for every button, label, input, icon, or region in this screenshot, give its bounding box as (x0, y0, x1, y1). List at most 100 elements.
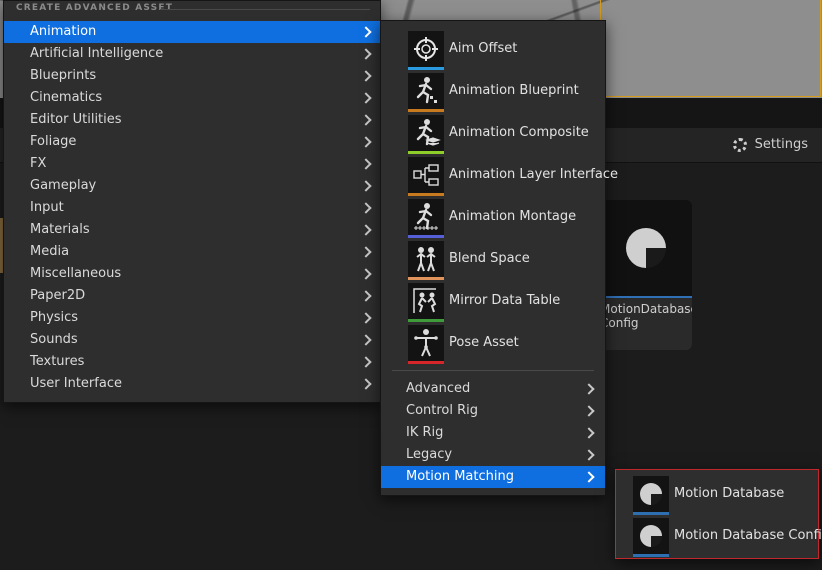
asset-item-mirror-data-table[interactable]: Mirror Data Table (408, 283, 598, 323)
menu-item-label: Miscellaneous (30, 266, 122, 281)
submenu-item-label: Control Rig (406, 403, 479, 418)
menu-item-label: Paper2D (30, 288, 86, 303)
submenu-item-ik-rig[interactable]: IK Rig (381, 422, 605, 444)
asset-item-motion-database[interactable]: Motion Database (633, 476, 813, 516)
chevron-right-icon (360, 48, 372, 60)
settings-button[interactable]: Settings (732, 137, 808, 152)
menu-item-label: Blueprints (30, 68, 97, 83)
chevron-right-icon (360, 158, 372, 170)
chevron-right-icon (583, 405, 595, 417)
chevron-right-icon (360, 92, 372, 104)
animation-layer-interface-icon (408, 157, 444, 193)
submenu-item-label: Advanced (406, 381, 471, 396)
menu-item-artificial-intelligence[interactable]: Artificial Intelligence (4, 43, 380, 65)
menu-item-sounds[interactable]: Sounds (4, 329, 380, 351)
chevron-right-icon (360, 202, 372, 214)
menu-item-blueprints[interactable]: Blueprints (4, 65, 380, 87)
asset-color-bar (408, 319, 444, 322)
menu-item-paper2d[interactable]: Paper2D (4, 285, 380, 307)
submenu-item-motion-matching[interactable]: Motion Matching (381, 466, 605, 488)
chevron-right-icon (360, 114, 372, 126)
motion-database-icon (626, 228, 666, 268)
menu-item-input[interactable]: Input (4, 197, 380, 219)
menu-section-divider (160, 9, 370, 10)
menu-divider (392, 370, 594, 371)
chevron-right-icon (583, 471, 595, 483)
chevron-right-icon (583, 427, 595, 439)
asset-item-label: Animation Layer Interface (449, 167, 618, 182)
menu-item-label: Cinematics (30, 90, 103, 105)
animation-submenu: Aim Offset Animation Blueprint Animation C… (380, 20, 618, 496)
chevron-right-icon (583, 449, 595, 461)
chevron-right-icon (360, 180, 372, 192)
menu-item-label: Artificial Intelligence (30, 46, 164, 61)
menu-item-label: Editor Utilities (30, 112, 122, 127)
menu-item-gameplay[interactable]: Gameplay (4, 175, 380, 197)
animation-composite-icon (408, 115, 444, 151)
chevron-right-icon (360, 246, 372, 258)
asset-color-bar (408, 151, 444, 154)
menu-item-label: Sounds (30, 332, 78, 347)
asset-color-bar (633, 554, 669, 557)
asset-item-pose-asset[interactable]: Pose Asset (408, 325, 598, 365)
settings-label: Settings (754, 137, 808, 152)
asset-item-blend-space[interactable]: Blend Space (408, 241, 598, 281)
menu-item-user-interface[interactable]: User Interface (4, 373, 380, 395)
blend-space-icon (408, 241, 444, 277)
asset-item-motion-database-config[interactable]: Motion Database Config (633, 518, 822, 558)
menu-item-media[interactable]: Media (4, 241, 380, 263)
submenu-item-control-rig[interactable]: Control Rig (381, 400, 605, 422)
chevron-right-icon (360, 290, 372, 302)
menu-item-editor-utilities[interactable]: Editor Utilities (4, 109, 380, 131)
asset-color-bar (633, 512, 669, 515)
chevron-right-icon (360, 334, 372, 346)
menu-item-label: Foliage (30, 134, 77, 149)
chevron-right-icon (360, 378, 372, 390)
asset-item-animation-layer-interface[interactable]: Animation Layer Interface (408, 157, 618, 197)
submenu-item-advanced[interactable]: Advanced (381, 378, 605, 400)
asset-item-label: Aim Offset (449, 41, 518, 56)
mirror-data-table-icon (408, 283, 444, 319)
motion-database-config-icon (633, 518, 669, 554)
asset-item-animation-montage[interactable]: Animation Montage (408, 199, 598, 239)
menu-item-label: Materials (30, 222, 90, 237)
create-advanced-asset-menu: CREATE ADVANCED ASSET Animation Artificia… (3, 0, 381, 403)
menu-item-materials[interactable]: Materials (4, 219, 380, 241)
asset-item-label: Mirror Data Table (449, 293, 561, 308)
chevron-right-icon (360, 70, 372, 82)
menu-item-cinematics[interactable]: Cinematics (4, 87, 380, 109)
asset-tile-motion-database-config[interactable]: MotionDatabase Config (600, 200, 692, 350)
menu-item-miscellaneous[interactable]: Miscellaneous (4, 263, 380, 285)
asset-thumbnail (600, 200, 692, 298)
chevron-right-icon (360, 136, 372, 148)
menu-item-physics[interactable]: Physics (4, 307, 380, 329)
submenu-item-legacy[interactable]: Legacy (381, 444, 605, 466)
animation-blueprint-icon (408, 73, 444, 109)
submenu-item-label: Motion Matching (406, 469, 514, 484)
menu-item-label: Textures (30, 354, 85, 369)
gear-icon (732, 137, 747, 152)
submenu-item-label: Legacy (406, 447, 453, 462)
asset-item-label: Blend Space (449, 251, 530, 266)
asset-color-bar (408, 67, 444, 70)
asset-color-bar (408, 109, 444, 112)
menu-item-label: Gameplay (30, 178, 97, 193)
motion-matching-submenu: Motion Database Motion Database Config (615, 469, 822, 559)
menu-item-animation[interactable]: Animation (4, 21, 380, 43)
asset-item-animation-composite[interactable]: Animation Composite (408, 115, 598, 155)
chevron-right-icon (360, 224, 372, 236)
asset-item-label: Animation Montage (449, 209, 577, 224)
menu-item-textures[interactable]: Textures (4, 351, 380, 373)
asset-item-animation-blueprint[interactable]: Animation Blueprint (408, 73, 598, 113)
pie-icon (640, 483, 662, 505)
menu-item-foliage[interactable]: Foliage (4, 131, 380, 153)
menu-item-label: Input (30, 200, 64, 215)
menu-item-fx[interactable]: FX (4, 153, 380, 175)
asset-tile-name: MotionDatabase Config (600, 302, 692, 330)
chevron-right-icon (360, 356, 372, 368)
asset-item-aim-offset[interactable]: Aim Offset (408, 31, 598, 71)
menu-item-label: FX (30, 156, 47, 171)
animation-montage-icon (408, 199, 444, 235)
menu-item-label: Media (30, 244, 70, 259)
asset-item-label: Motion Database (674, 486, 785, 501)
